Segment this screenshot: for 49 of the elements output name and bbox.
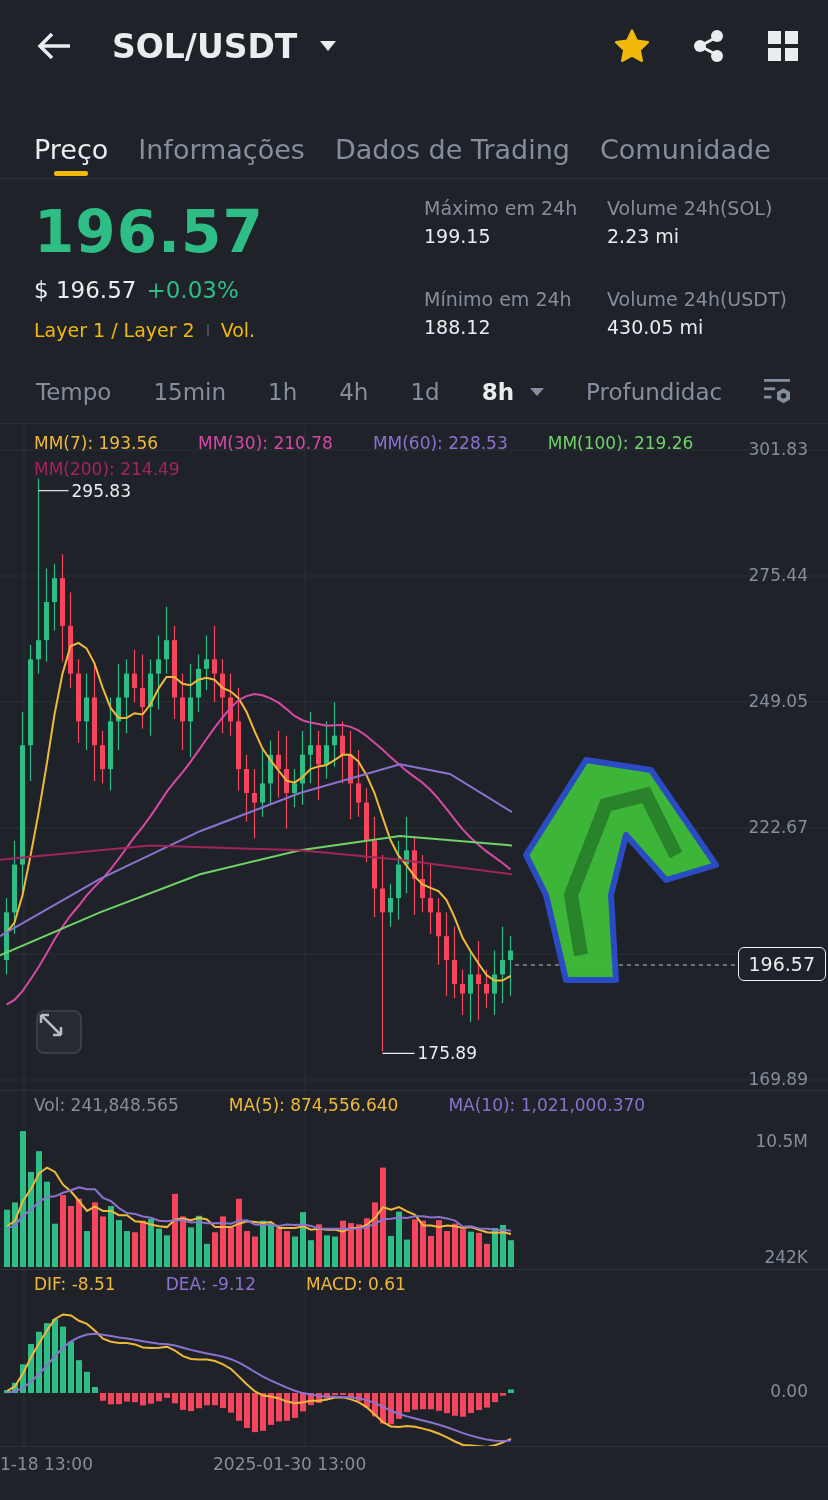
interval-tab[interactable]: 4h: [339, 379, 369, 405]
price-axis-label: 169.89: [748, 1069, 808, 1089]
indicator-legend: MA(10): 1,021,000.370: [448, 1095, 646, 1115]
price-change: +0.03%: [146, 277, 239, 303]
volume-axis-label: 10.5M: [755, 1131, 808, 1151]
category-tag-link[interactable]: Layer 1 / Layer 2: [34, 319, 195, 341]
indicator-legend: MACD: 0.61: [305, 1274, 406, 1294]
interval-tab[interactable]: 1h: [268, 379, 298, 405]
price-axis-label: 275.44: [748, 565, 808, 585]
indicator-legend: MA(5): 874,556.640: [228, 1095, 399, 1115]
moving-average-legend: MM(100): 219.26: [547, 433, 694, 453]
low-price-label: 175.89: [417, 1043, 477, 1064]
macd-axis-label: 0.00: [770, 1381, 808, 1401]
stat-label: Mínimo em 24h: [424, 288, 573, 310]
stat-label: Volume 24h(USDT): [607, 288, 788, 310]
interval-tab[interactable]: Tempo: [36, 379, 112, 405]
interval-tab[interactable]: 1d: [410, 379, 440, 405]
indicator-legend: DEA: -9.12: [165, 1274, 256, 1294]
indicator-legend: DIF: -8.51: [34, 1274, 116, 1294]
price-axis-label: 301.83: [748, 439, 808, 459]
indicator-legend: Vol: 241,848.565: [34, 1095, 179, 1115]
moving-average-legend: MM(200): 214.49: [34, 459, 180, 479]
tab[interactable]: Dados de Trading: [334, 92, 570, 176]
time-axis-label: 2025-01-30 13:00: [213, 1454, 367, 1474]
price-axis-label: 249.05: [748, 691, 808, 711]
stat-value: 199.15: [424, 225, 492, 247]
interval-tab[interactable]: Profundidac: [586, 379, 723, 405]
interval-tab[interactable]: 8h: [481, 379, 545, 405]
pair-title[interactable]: SOL/USDT: [112, 26, 298, 66]
moving-average-legend: MM(60): 228.53: [372, 433, 508, 453]
last-price: 196.57: [34, 203, 265, 261]
volume-axis-label: 242K: [764, 1247, 808, 1267]
high-price-label: 295.83: [71, 480, 131, 501]
time-axis-label: 1-18 13:00: [0, 1454, 94, 1474]
stat-value: 2.23 mi: [607, 225, 681, 247]
current-price-badge: 196.57: [737, 947, 826, 981]
price-axis-label: 222.67: [748, 817, 808, 837]
stat-value: 430.05 mi: [607, 316, 705, 338]
tab[interactable]: Preço: [34, 92, 109, 176]
stat-label: Volume 24h(SOL): [607, 197, 774, 219]
moving-average-legend: MM(7): 193.56: [34, 433, 159, 453]
tab[interactable]: Informações: [138, 92, 305, 176]
usd-price: $ 196.57: [34, 277, 137, 303]
category-tag-link[interactable]: Vol.: [220, 319, 256, 341]
stat-label: Máximo em 24h: [424, 197, 579, 219]
moving-average-legend: MM(30): 210.78: [198, 433, 333, 453]
tab[interactable]: Comunidade: [599, 92, 771, 176]
stat-value: 188.12: [424, 316, 492, 338]
interval-tab[interactable]: 15min: [153, 379, 226, 405]
